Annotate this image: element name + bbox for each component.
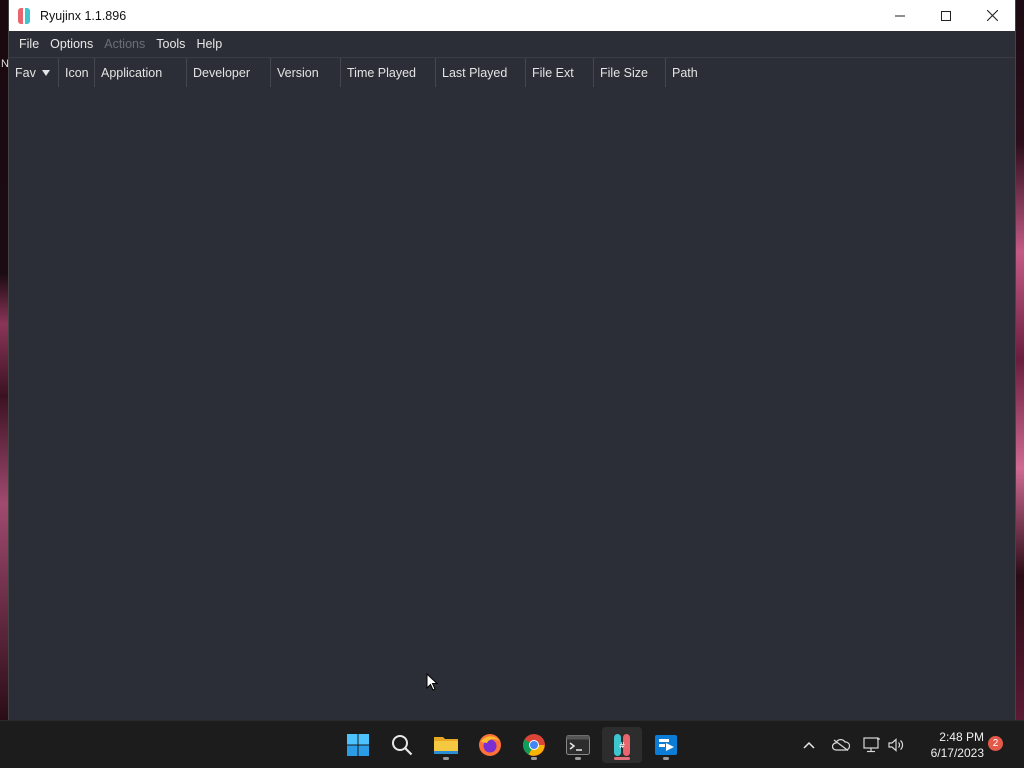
- column-label: Version: [277, 65, 319, 80]
- ryujinx-icon: #: [614, 734, 630, 756]
- tray-network[interactable]: [861, 734, 883, 756]
- column-header-file-size[interactable]: File Size: [594, 58, 666, 87]
- taskbar-file-explorer[interactable]: [426, 727, 466, 763]
- menu-actions: Actions: [104, 37, 146, 51]
- maximize-button[interactable]: [923, 0, 969, 31]
- game-list-header: Fav Icon Application Developer Version T…: [9, 58, 1015, 88]
- menu-help[interactable]: Help: [191, 37, 227, 51]
- column-header-file-ext[interactable]: File Ext: [526, 58, 594, 87]
- running-indicator: [443, 757, 449, 760]
- search-icon: [392, 735, 413, 756]
- column-label: File Ext: [532, 65, 574, 80]
- menu-file[interactable]: File: [14, 37, 44, 51]
- chevron-up-icon: [803, 741, 815, 749]
- notification-badge[interactable]: 2: [988, 736, 1003, 751]
- file-explorer-icon: [434, 737, 458, 754]
- column-label: Fav: [15, 65, 36, 80]
- onedrive-offline-icon: [832, 739, 850, 751]
- ryujinx-logo-icon: [18, 7, 32, 24]
- system-tray: [798, 721, 907, 768]
- column-label: Application: [101, 65, 163, 80]
- column-label: File Size: [600, 65, 648, 80]
- column-label: Last Played: [442, 65, 508, 80]
- column-header-last-played[interactable]: Last Played: [436, 58, 526, 87]
- taskbar-terminal[interactable]: [558, 727, 598, 763]
- firefox-icon: [479, 734, 501, 756]
- column-header-icon[interactable]: Icon: [59, 58, 95, 87]
- taskbar-start-button[interactable]: [338, 727, 378, 763]
- column-label: Path: [672, 65, 698, 80]
- close-icon: [986, 10, 998, 21]
- volume-icon: [888, 738, 904, 752]
- running-indicator: [663, 757, 669, 760]
- column-label: Icon: [65, 65, 89, 80]
- taskbar-ryujinx[interactable]: #: [602, 727, 642, 763]
- tray-onedrive[interactable]: [830, 734, 852, 756]
- network-icon: [863, 737, 880, 753]
- running-indicator: [531, 757, 537, 760]
- column-header-fav[interactable]: Fav: [9, 58, 59, 87]
- minimize-icon: [895, 15, 905, 16]
- active-indicator: [614, 757, 630, 760]
- clock-date: 6/17/2023: [930, 746, 984, 760]
- running-indicator: [575, 757, 581, 760]
- terminal-icon: [566, 735, 590, 755]
- tray-overflow-button[interactable]: [798, 734, 820, 756]
- sort-descending-icon: [41, 69, 50, 76]
- column-header-application[interactable]: Application: [95, 58, 187, 87]
- tray-volume[interactable]: [885, 734, 907, 756]
- svg-text:#: #: [619, 741, 626, 750]
- window-title: Ryujinx 1.1.896: [40, 8, 127, 23]
- clock-time: 2:48 PM: [939, 730, 984, 744]
- window-controls: [877, 0, 1015, 31]
- taskbar: # 2:48 PM 6/17/2023: [0, 720, 1024, 768]
- minimize-button[interactable]: [877, 0, 923, 31]
- column-label: Time Played: [347, 65, 417, 80]
- menu-bar: File Options Actions Tools Help: [9, 31, 1015, 58]
- menu-options[interactable]: Options: [45, 37, 98, 51]
- taskbar-firefox[interactable]: [470, 727, 510, 763]
- taskbar-chrome[interactable]: [514, 727, 554, 763]
- maximize-icon: [941, 10, 951, 21]
- taskbar-search-button[interactable]: [382, 727, 422, 763]
- column-header-developer[interactable]: Developer: [187, 58, 271, 87]
- menu-tools[interactable]: Tools: [151, 37, 190, 51]
- column-header-path[interactable]: Path: [666, 58, 1015, 87]
- column-header-time-played[interactable]: Time Played: [341, 58, 436, 87]
- ryujinx-window: Ryujinx 1.1.896 File Options Actions Too…: [8, 0, 1016, 720]
- taskbar-remote-desktop[interactable]: [646, 727, 686, 763]
- remote-desktop-icon: [655, 735, 677, 755]
- column-header-version[interactable]: Version: [271, 58, 341, 87]
- title-bar[interactable]: Ryujinx 1.1.896: [9, 0, 1015, 31]
- game-list-body[interactable]: [9, 87, 1015, 720]
- mouse-cursor-icon: [426, 673, 438, 691]
- taskbar-clock[interactable]: 2:48 PM 6/17/2023: [914, 729, 984, 761]
- close-button[interactable]: [969, 0, 1015, 31]
- chrome-icon: [523, 734, 545, 756]
- column-label: Developer: [193, 65, 250, 80]
- start-icon: [347, 734, 369, 756]
